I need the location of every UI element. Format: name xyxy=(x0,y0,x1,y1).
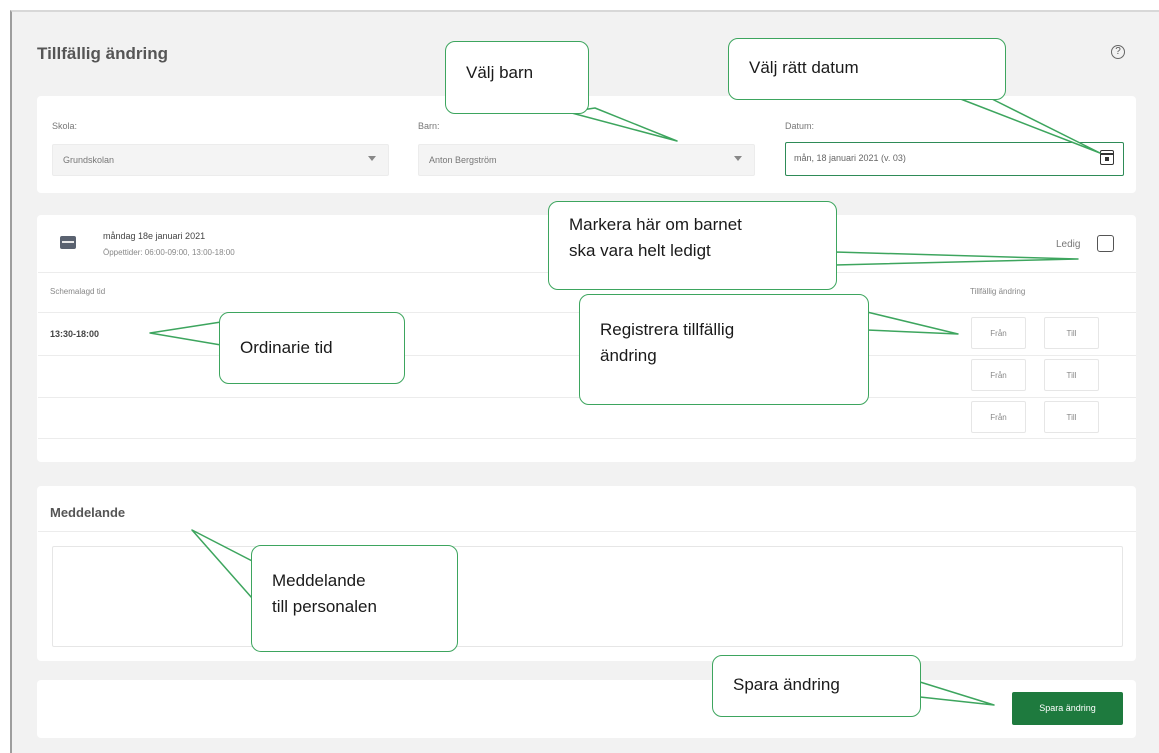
chevron-down-icon xyxy=(734,156,742,161)
free-checkbox[interactable] xyxy=(1097,235,1114,252)
footer-card xyxy=(37,680,1136,738)
to-input[interactable]: Till xyxy=(1044,317,1099,349)
divider xyxy=(38,438,1136,439)
callout-choose-date: Välj rätt datum xyxy=(728,38,1006,100)
callout-text: Meddelande xyxy=(272,571,366,590)
from-input[interactable]: Från xyxy=(971,401,1026,433)
from-input[interactable]: Från xyxy=(971,359,1026,391)
to-input[interactable]: Till xyxy=(1044,401,1099,433)
callout-text: ska vara helt ledigt xyxy=(569,241,711,260)
callout-text: Ordinarie tid xyxy=(240,338,333,357)
callout-text: till personalen xyxy=(272,597,377,616)
callout-text: Registrera tillfällig xyxy=(600,320,735,339)
message-title: Meddelande xyxy=(50,505,126,520)
save-button[interactable]: Spara ändring xyxy=(1012,692,1123,725)
free-label: Ledig xyxy=(1056,239,1081,250)
callout-text: Välj barn xyxy=(466,63,534,82)
question-circle-icon[interactable]: ? xyxy=(1111,45,1125,59)
day-title: måndag 18e januari 2021 xyxy=(103,231,206,241)
child-label: Barn: xyxy=(418,121,440,131)
callout-save: Spara ändring xyxy=(712,655,921,717)
callout-ordinary: Ordinarie tid xyxy=(219,312,405,384)
child-select[interactable]: Anton Bergström xyxy=(418,144,755,176)
school-select[interactable]: Grundskolan xyxy=(52,144,389,176)
calendar-icon[interactable] xyxy=(1100,150,1114,165)
to-input[interactable]: Till xyxy=(1044,359,1099,391)
school-value: Grundskolan xyxy=(63,155,115,165)
date-label: Datum: xyxy=(785,121,815,131)
from-input[interactable]: Från xyxy=(971,317,1026,349)
date-value: mån, 18 januari 2021 (v. 03) xyxy=(794,153,906,163)
chevron-down-icon xyxy=(368,156,376,161)
callout-register: Registrera tillfällig ändring xyxy=(579,294,869,405)
callout-text: Spara ändring xyxy=(733,675,840,694)
callout-mark-free: Markera här om barnet ska vara helt ledi… xyxy=(548,201,837,290)
temporary-column-header: Tillfällig ändring xyxy=(970,287,1026,296)
date-field[interactable]: mån, 18 januari 2021 (v. 03) xyxy=(785,142,1124,176)
divider xyxy=(38,531,1136,532)
callout-message: Meddelande till personalen xyxy=(251,545,458,652)
callout-text: Välj rätt datum xyxy=(749,58,859,77)
message-textarea[interactable] xyxy=(52,546,1123,647)
scheduled-column-header: Schemalagd tid xyxy=(50,287,106,296)
callout-text: ändring xyxy=(600,346,657,365)
calendar-day-icon xyxy=(60,236,76,249)
opening-hours: Öppettider: 06:00-09:00, 13:00-18:00 xyxy=(103,248,235,257)
page-title: Tillfällig ändring xyxy=(37,44,168,63)
callout-choose-child: Välj barn xyxy=(445,41,589,114)
scheduled-time: 13:30-18:00 xyxy=(50,329,100,339)
school-label: Skola: xyxy=(52,121,78,131)
child-value: Anton Bergström xyxy=(429,155,497,165)
callout-text: Markera här om barnet xyxy=(569,215,742,234)
